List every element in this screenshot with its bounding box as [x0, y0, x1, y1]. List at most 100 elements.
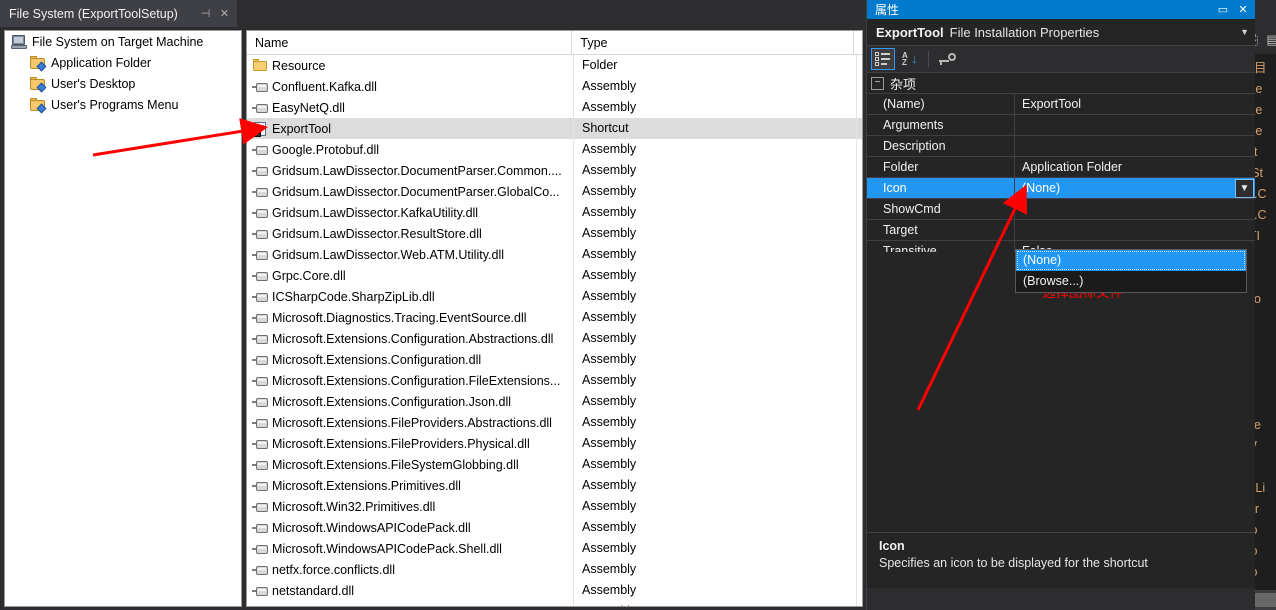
property-row-folder[interactable]: Folder Application Folder	[867, 157, 1255, 178]
table-row[interactable]: Confluent.Kafka.dll Assembly	[247, 76, 862, 97]
row-name-cell: netstandard.dll	[247, 580, 574, 601]
folder-contents-list[interactable]: Name Type Resource Folder Confluent.Kafk…	[246, 30, 863, 607]
categorized-view-button[interactable]	[871, 48, 895, 70]
target-machine-tree[interactable]: File System on Target Machine Applicatio…	[4, 30, 242, 607]
table-row[interactable]: Microsoft.Extensions.Configuration.FileE…	[247, 370, 862, 391]
row-blank-cell	[857, 454, 862, 475]
table-row[interactable]: Microsoft.Extensions.Configuration.dll A…	[247, 349, 862, 370]
chevron-down-icon[interactable]: ▼	[1240, 27, 1249, 37]
close-icon[interactable]: ✕	[216, 5, 233, 22]
property-row-arguments[interactable]: Arguments	[867, 115, 1255, 136]
row-name-label: Newtonsoft.Json.dll	[272, 605, 380, 608]
table-row[interactable]: netstandard.dll Assembly	[247, 580, 862, 601]
table-row[interactable]: Newtonsoft.Json.dll Assembly	[247, 601, 862, 607]
table-row[interactable]: ExportTool Shortcut	[247, 118, 862, 139]
row-name-label: Microsoft.Extensions.FileProviders.Physi…	[272, 437, 530, 451]
list-rows-container: Resource Folder Confluent.Kafka.dll Asse…	[247, 55, 862, 606]
assembly-icon	[252, 331, 270, 347]
table-row[interactable]: Google.Protobuf.dll Assembly	[247, 139, 862, 160]
row-name-cell: Google.Protobuf.dll	[247, 139, 574, 160]
tree-item-1[interactable]: Application Folder	[5, 52, 241, 73]
property-row-description[interactable]: Description	[867, 136, 1255, 157]
table-row[interactable]: EasyNetQ.dll Assembly	[247, 97, 862, 118]
properties-window-title: 属性	[875, 1, 1213, 18]
selected-object-line[interactable]: ExportTool File Installation Properties …	[867, 19, 1255, 46]
row-type-cell: Assembly	[574, 559, 857, 580]
property-value[interactable]: ExportTool	[1015, 94, 1255, 114]
dropdown-option-1[interactable]: (Browse...)	[1016, 271, 1246, 292]
table-row[interactable]: Microsoft.Extensions.FileSystemGlobbing.…	[247, 454, 862, 475]
table-row[interactable]: Microsoft.Win32.Primitives.dll Assembly	[247, 496, 862, 517]
row-name-label: Gridsum.LawDissector.ResultStore.dll	[272, 227, 482, 241]
table-row[interactable]: netfx.force.conflicts.dll Assembly	[247, 559, 862, 580]
property-row-icon[interactable]: Icon (None)▼	[867, 178, 1255, 199]
copy-icon[interactable]: ▤	[1266, 32, 1276, 48]
row-type-cell: Assembly	[574, 160, 857, 181]
row-blank-cell	[857, 475, 862, 496]
row-name-label: Confluent.Kafka.dll	[272, 80, 377, 94]
property-row-target[interactable]: Target	[867, 220, 1255, 241]
icon-dropdown-button[interactable]: ▼	[1235, 179, 1254, 198]
folder-shortcut-icon	[30, 97, 47, 113]
row-blank-cell	[857, 55, 862, 76]
table-row[interactable]: Microsoft.Diagnostics.Tracing.EventSourc…	[247, 307, 862, 328]
assembly-icon	[252, 184, 270, 200]
property-value[interactable]: (None)▼	[1015, 178, 1255, 198]
table-row[interactable]: Resource Folder	[247, 55, 862, 76]
property-value[interactable]	[1015, 136, 1255, 156]
table-row[interactable]: Gridsum.LawDissector.DocumentParser.Comm…	[247, 160, 862, 181]
table-row[interactable]: Microsoft.Extensions.Primitives.dll Asse…	[247, 475, 862, 496]
table-row[interactable]: Microsoft.WindowsAPICodePack.Shell.dll A…	[247, 538, 862, 559]
selected-object-name: ExportTool	[876, 25, 944, 40]
categorized-view-icon	[875, 52, 891, 66]
table-row[interactable]: Microsoft.Extensions.Configuration.Abstr…	[247, 328, 862, 349]
assembly-icon	[252, 289, 270, 305]
property-row-name[interactable]: (Name) ExportTool	[867, 94, 1255, 115]
tree-item-2[interactable]: User's Desktop	[5, 73, 241, 94]
property-row-showcmd[interactable]: ShowCmd	[867, 199, 1255, 220]
alphabetical-sort-icon: AZ↓	[902, 52, 918, 66]
row-type-cell: Assembly	[574, 349, 857, 370]
category-label: 杂项	[890, 74, 916, 93]
row-name-cell: Microsoft.Extensions.FileProviders.Abstr…	[247, 412, 574, 433]
table-row[interactable]: Gridsum.LawDissector.Web.ATM.Utility.dll…	[247, 244, 862, 265]
tree-item-3[interactable]: User's Programs Menu	[5, 94, 241, 115]
property-name: Folder	[867, 157, 1015, 177]
file-system-tab-label: File System (ExportToolSetup)	[9, 7, 195, 21]
table-row[interactable]: Gridsum.LawDissector.DocumentParser.Glob…	[247, 181, 862, 202]
row-blank-cell	[857, 370, 862, 391]
icon-dropdown-popup[interactable]: (None)(Browse...)	[1015, 249, 1247, 293]
close-icon[interactable]: ✕	[1233, 1, 1253, 18]
column-header-type[interactable]: Type	[572, 31, 854, 55]
pin-icon[interactable]: ⊣	[197, 5, 214, 22]
property-name: Description	[867, 136, 1015, 156]
tree-item-0[interactable]: File System on Target Machine	[5, 31, 241, 52]
column-header-name[interactable]: Name	[247, 31, 572, 55]
property-value[interactable]: Application Folder	[1015, 157, 1255, 177]
row-name-label: Microsoft.Extensions.Configuration.Json.…	[272, 395, 511, 409]
table-row[interactable]: ICSharpCode.SharpZipLib.dll Assembly	[247, 286, 862, 307]
table-row[interactable]: Microsoft.Extensions.FileProviders.Physi…	[247, 433, 862, 454]
alphabetical-sort-button[interactable]: AZ↓	[898, 48, 922, 70]
column-header-blank[interactable]	[854, 31, 862, 55]
property-value[interactable]	[1015, 220, 1255, 240]
property-pages-button[interactable]	[935, 48, 959, 70]
row-blank-cell	[857, 601, 862, 607]
assembly-icon	[252, 520, 270, 536]
property-value[interactable]	[1015, 199, 1255, 219]
file-system-tab[interactable]: File System (ExportToolSetup) ⊣ ✕	[0, 0, 237, 27]
table-row[interactable]: Microsoft.Extensions.FileProviders.Abstr…	[247, 412, 862, 433]
minimize-icon[interactable]: ▭	[1213, 1, 1233, 18]
table-row[interactable]: Grpc.Core.dll Assembly	[247, 265, 862, 286]
table-row[interactable]: Microsoft.WindowsAPICodePack.dll Assembl…	[247, 517, 862, 538]
row-name-label: netstandard.dll	[272, 584, 354, 598]
category-row-misc[interactable]: − 杂项	[867, 73, 1255, 94]
table-row[interactable]: Gridsum.LawDissector.ResultStore.dll Ass…	[247, 223, 862, 244]
dropdown-option-0[interactable]: (None)	[1016, 250, 1246, 271]
property-value[interactable]	[1015, 115, 1255, 135]
computer-icon	[11, 34, 28, 50]
table-row[interactable]: Gridsum.LawDissector.KafkaUtility.dll As…	[247, 202, 862, 223]
table-row[interactable]: Microsoft.Extensions.Configuration.Json.…	[247, 391, 862, 412]
row-blank-cell	[857, 433, 862, 454]
collapse-icon[interactable]: −	[871, 77, 884, 90]
